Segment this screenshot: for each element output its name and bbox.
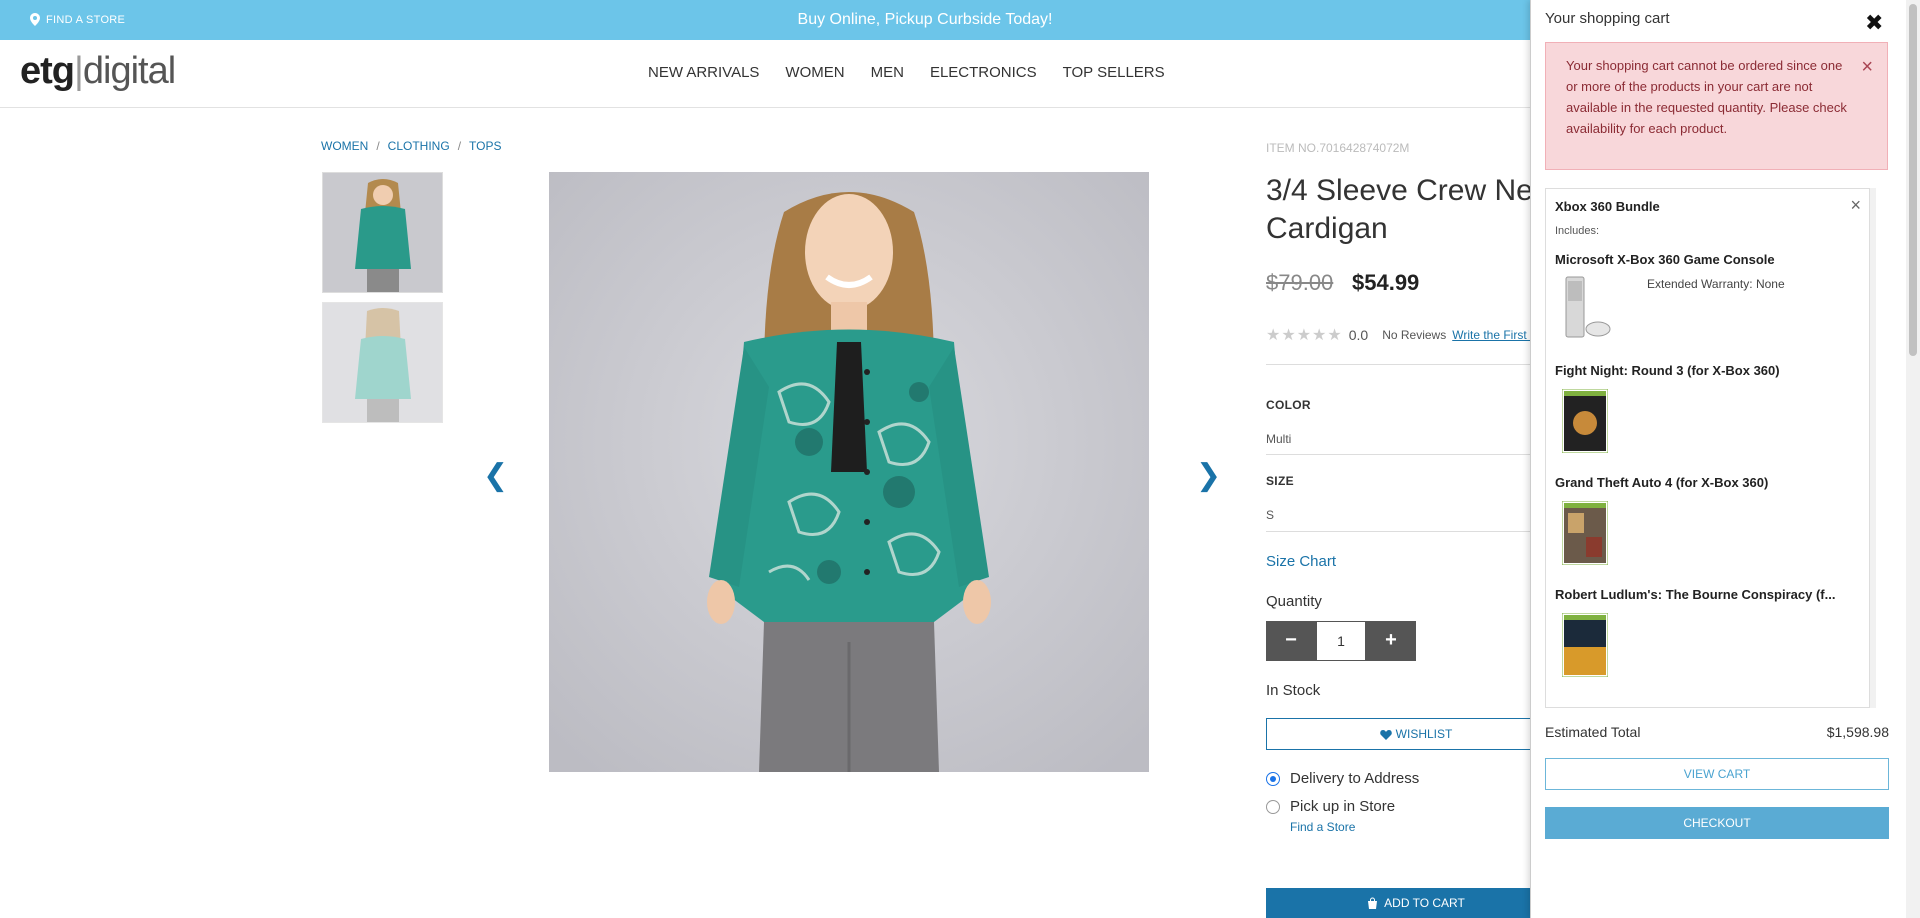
etg-digital-logo[interactable]: etg|digital — [20, 50, 176, 93]
color-label: COLOR — [1266, 398, 1311, 412]
cart-title: Your shopping cart — [1545, 10, 1670, 27]
size-select[interactable]: S — [1266, 508, 1274, 522]
alert-close-icon[interactable]: × — [1861, 57, 1873, 78]
cart-item-title: Microsoft X-Box 360 Game Console — [1555, 252, 1775, 267]
breadcrumb-tops[interactable]: TOPS — [469, 139, 501, 153]
fight-night-cover-thumbnail — [1562, 389, 1608, 453]
product-title: 3/4 Sleeve Crew Neck Cardigan — [1266, 174, 1563, 245]
breadcrumb-separator: / — [376, 139, 380, 153]
view-cart-button[interactable]: VIEW CART — [1545, 758, 1889, 790]
product-rating: ★★★★★ 0.0 No Reviews Write the First Rev… — [1266, 325, 1569, 345]
divider — [1266, 531, 1566, 532]
logo-separator: | — [74, 50, 84, 92]
quantity-input[interactable]: 1 — [1316, 621, 1366, 661]
logo-digital: digital — [82, 50, 176, 92]
bundle-includes-label: Includes: — [1555, 225, 1600, 237]
cardigan-front-thumbnail-image — [323, 173, 442, 292]
add-to-cart-label: ADD TO CART — [1384, 896, 1465, 910]
size-chart-link[interactable]: Size Chart — [1266, 553, 1336, 570]
breadcrumb-separator: / — [457, 139, 462, 153]
nav-women[interactable]: WOMEN — [785, 64, 844, 81]
quantity-decrease-button[interactable]: − — [1266, 621, 1316, 661]
cart-error-alert: Your shopping cart cannot be ordered sin… — [1545, 42, 1888, 170]
breadcrumb: WOMEN / CLOTHING / TOPS — [321, 139, 502, 153]
cart-item-title: Fight Night: Round 3 (for X-Box 360) — [1555, 363, 1780, 378]
page-scrollbar[interactable] — [1906, 0, 1920, 918]
bourne-conspiracy-cover-thumbnail — [1562, 613, 1608, 677]
stock-status: In Stock — [1266, 682, 1321, 699]
remove-bundle-icon[interactable]: × — [1850, 195, 1861, 216]
next-image-chevron-right-icon[interactable]: ❯ — [1196, 458, 1221, 493]
delivery-label: Delivery to Address — [1290, 770, 1420, 787]
cardigan-model-image — [549, 172, 1149, 772]
bundle-title: Xbox 360 Bundle — [1555, 199, 1660, 214]
heart-icon — [1379, 729, 1392, 740]
color-select[interactable]: Multi — [1266, 432, 1291, 446]
delivery-option[interactable]: Delivery to Address — [1266, 770, 1419, 787]
cart-item-list: × Xbox 360 Bundle Includes: Microsoft X-… — [1545, 188, 1870, 708]
logo-etg: etg — [20, 50, 75, 92]
rating-stars-icon[interactable]: ★★★★★ — [1266, 325, 1343, 345]
product-main-image[interactable] — [549, 172, 1149, 772]
checkout-button[interactable]: CHECKOUT — [1545, 807, 1889, 839]
cart-item-title: Robert Ludlum's: The Bourne Conspiracy (… — [1555, 587, 1836, 602]
shopping-cart-drawer: Your shopping cart ✖ Your shopping cart … — [1530, 0, 1906, 918]
add-to-cart-button[interactable]: ADD TO CART — [1266, 888, 1566, 918]
extended-warranty-text: Extended Warranty: None — [1647, 277, 1785, 291]
nav-men[interactable]: MEN — [871, 64, 904, 81]
rating-score: 0.0 — [1348, 327, 1369, 343]
breadcrumb-clothing[interactable]: CLOTHING — [388, 139, 450, 153]
breadcrumb-women[interactable]: WOMEN — [321, 139, 368, 153]
nav-new-arrivals[interactable]: NEW ARRIVALS — [648, 64, 759, 81]
estimated-total-label: Estimated Total — [1545, 724, 1641, 740]
quantity-stepper: − 1 + — [1266, 621, 1416, 661]
cart-item-title: Grand Theft Auto 4 (for X-Box 360) — [1555, 475, 1769, 490]
wishlist-label: WISHLIST — [1395, 727, 1453, 741]
review-count: No Reviews — [1382, 328, 1447, 342]
main-nav: NEW ARRIVALS WOMEN MEN ELECTRONICS TOP S… — [648, 64, 1165, 81]
estimated-total-value: $1,598.98 — [1826, 724, 1889, 740]
close-cart-icon[interactable]: ✖ — [1865, 10, 1883, 36]
product-thumbnail-back[interactable] — [322, 302, 443, 423]
xbox-console-thumbnail — [1565, 276, 1611, 338]
sale-price: $54.99 — [1352, 270, 1420, 295]
wishlist-button[interactable]: WISHLIST — [1266, 718, 1566, 750]
product-thumbnail-front[interactable] — [322, 172, 443, 293]
prev-image-chevron-left-icon[interactable]: ❮ — [483, 458, 508, 493]
find-a-store-link[interactable]: Find a Store — [1290, 820, 1355, 834]
gta4-cover-thumbnail — [1562, 501, 1608, 565]
alert-message: Your shopping cart cannot be ordered sin… — [1566, 58, 1847, 136]
quantity-increase-button[interactable]: + — [1366, 621, 1416, 661]
cardigan-back-thumbnail-image — [323, 303, 442, 422]
pickup-label: Pick up in Store — [1290, 798, 1396, 815]
shopping-bag-icon — [1368, 897, 1378, 909]
original-price: $79.00 — [1266, 270, 1334, 295]
cart-list-scrollbar[interactable] — [1870, 188, 1876, 708]
pickup-option[interactable]: Pick up in Store — [1266, 798, 1395, 815]
nav-top-sellers[interactable]: TOP SELLERS — [1063, 64, 1165, 81]
scrollbar-thumb[interactable] — [1909, 4, 1917, 356]
pickup-radio[interactable] — [1266, 799, 1280, 814]
nav-electronics[interactable]: ELECTRONICS — [930, 64, 1037, 81]
size-label: SIZE — [1266, 474, 1294, 488]
divider — [1266, 454, 1566, 455]
item-number: ITEM NO.701642874072M — [1266, 141, 1410, 155]
quantity-label: Quantity — [1266, 593, 1322, 610]
delivery-radio[interactable] — [1266, 771, 1280, 786]
divider — [1266, 364, 1566, 365]
